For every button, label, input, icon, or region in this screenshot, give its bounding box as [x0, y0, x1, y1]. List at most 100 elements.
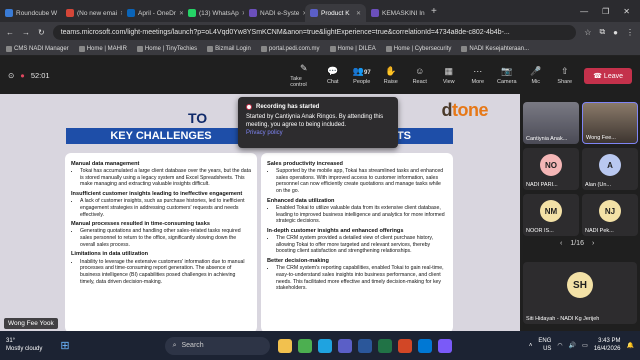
weather-text: Mostly cloudy: [6, 345, 43, 352]
close-icon[interactable]: ✕: [356, 10, 361, 17]
participant-name: Alan (Un...: [585, 182, 611, 188]
chat-button[interactable]: 💬 Chat: [319, 66, 346, 85]
participant-tile[interactable]: A Alan (Un...: [582, 148, 638, 190]
browser-tab[interactable]: Roundcube W✕: [0, 4, 61, 22]
bookmark-item[interactable]: Home | DILEA: [329, 45, 376, 52]
recording-icon: ●: [20, 71, 25, 80]
participant-tile[interactable]: NM NOOR IS...: [523, 194, 579, 236]
powerpoint-icon[interactable]: [397, 338, 412, 353]
raise-hand-button[interactable]: ✋ Raise: [377, 66, 404, 85]
previous-page-icon[interactable]: ‹: [560, 240, 562, 247]
menu-icon[interactable]: ⋮: [626, 28, 634, 37]
meeting-info-icon[interactable]: ⊙: [8, 71, 14, 80]
slide-title-partial: TO: [188, 110, 208, 126]
teams-icon[interactable]: [337, 338, 352, 353]
weather-widget[interactable]: 31° Mostly cloudy: [6, 338, 42, 352]
chrome-icon[interactable]: [297, 338, 312, 353]
bookmark-item[interactable]: portal.pedi.com.my: [260, 45, 320, 52]
meeting-toolbar: ⊙ ● 52:01 ✎ Take control 💬 Chat 👥97 People …: [0, 57, 640, 94]
participant-tile[interactable]: NO NADI PARI...: [523, 148, 579, 190]
challenge-section: Manual data managementTokai has accumula…: [71, 161, 251, 188]
participant-name: Siti Hidayah - NADI Kg Jerijeh: [526, 316, 600, 322]
browser-tab[interactable]: NADI e-Syste ✕: [244, 4, 305, 22]
browser-tab[interactable]: KEMASKINI In✕: [366, 4, 427, 22]
meeting-controls: ✎ Take control 💬 Chat 👥97 People ✋ Raise ☺ Re…: [290, 63, 640, 88]
camera-button[interactable]: 📷 Camera: [493, 66, 520, 85]
bookmark-item[interactable]: Home | TinyTechies: [136, 45, 197, 52]
bookmark-item[interactable]: NADI Kesejahteraan...: [461, 45, 529, 52]
next-page-icon[interactable]: ›: [592, 240, 594, 247]
volume-icon[interactable]: 🔊: [569, 342, 576, 349]
bookmark-icon: [136, 45, 143, 52]
window-controls: — ❐ ✕: [580, 7, 640, 16]
forward-icon[interactable]: →: [22, 28, 30, 37]
bookmark-item[interactable]: Home | MAHIR: [78, 45, 127, 52]
maximize-button[interactable]: ❐: [602, 7, 609, 16]
excel-icon[interactable]: [377, 338, 392, 353]
tab-favicon-icon: [371, 9, 379, 17]
star-icon[interactable]: ☆: [584, 28, 591, 37]
bookmark-item[interactable]: Bizmail Login: [207, 45, 251, 52]
new-tab-button[interactable]: +: [431, 6, 437, 17]
avatar: NM: [540, 200, 562, 222]
url-text: teams.microsoft.com/light-meetings/launc…: [60, 28, 510, 36]
participants-gallery: Cantiynia Anak... Wong Fee... NO NADI PA…: [520, 94, 640, 331]
browser-tab[interactable]: (13) WhatsAp✕: [183, 4, 244, 22]
extensions-icon[interactable]: ⧉: [599, 27, 605, 37]
challenge-section: Manual processes resulted in time-consum…: [71, 221, 251, 248]
challenge-section: Limitations in data utilizationInability…: [71, 251, 251, 285]
taskbar-search[interactable]: ⌕ Search: [164, 336, 270, 355]
people-count-badge: 97: [364, 70, 371, 76]
privacy-policy-link[interactable]: Privacy policy: [246, 129, 390, 137]
react-button[interactable]: ☺ React: [406, 66, 433, 85]
notifications-icon[interactable]: 🔔: [627, 342, 634, 349]
avatar: A: [599, 154, 621, 176]
challenge-section: Insufficient customer insights leading t…: [71, 191, 251, 218]
bookmarks-bar: CMS NADI Manager Home | MAHIR Home | Tin…: [0, 42, 640, 56]
more-icon: ⋯: [473, 66, 483, 76]
wifi-icon[interactable]: ◠: [557, 342, 562, 349]
participant-video-tile[interactable]: Cantiynia Anak...: [523, 102, 579, 144]
bookmark-icon: [461, 45, 468, 52]
presenter-name-label: Wong Fee Yook: [4, 318, 58, 329]
people-button[interactable]: 👥97 People: [348, 66, 375, 85]
gallery-pager: ‹ 1/16 ›: [560, 240, 594, 247]
take-control-icon: ✎: [299, 63, 308, 73]
bookmark-item[interactable]: CMS NADI Manager: [6, 45, 69, 52]
mic-button[interactable]: 🎤 Mic: [522, 66, 549, 85]
bookmark-icon: [6, 45, 12, 52]
browser-tab[interactable]: April - OneDr ✕: [122, 4, 183, 22]
reload-icon[interactable]: ↻: [38, 28, 45, 37]
browser-tab[interactable]: (No new emai✕: [61, 4, 122, 22]
more-button[interactable]: ⋯ More: [464, 66, 491, 85]
outlook-icon[interactable]: [417, 338, 432, 353]
leave-button[interactable]: ☎ Leave: [584, 67, 632, 84]
take-control-button[interactable]: ✎ Take control: [290, 63, 317, 88]
bookmark-icon: [78, 45, 85, 52]
edge-icon[interactable]: [317, 338, 332, 353]
close-window-button[interactable]: ✕: [623, 7, 630, 16]
clock[interactable]: 3:43 PM 16/4/2026: [594, 338, 621, 354]
participant-name: NADI Pek...: [585, 228, 614, 234]
view-button[interactable]: ▦ View: [435, 66, 462, 85]
participant-tile[interactable]: SH Siti Hidayah - NADI Kg Jerijeh: [523, 262, 637, 324]
tab-favicon-icon: [66, 9, 74, 17]
back-icon[interactable]: ←: [6, 28, 14, 37]
battery-icon[interactable]: ▭: [582, 342, 588, 349]
bookmark-item[interactable]: Home | Cybersecurity: [385, 45, 451, 52]
windows-start-icon[interactable]: ⊞: [60, 339, 69, 352]
participant-tile[interactable]: NJ NADI Pek...: [582, 194, 638, 236]
store-icon[interactable]: [437, 338, 452, 353]
file-explorer-icon[interactable]: [277, 338, 292, 353]
page-indicator: 1/16: [570, 240, 584, 247]
people-icon: 👥97: [352, 66, 371, 76]
minimize-button[interactable]: —: [580, 7, 588, 16]
word-icon[interactable]: [357, 338, 372, 353]
participant-video-tile[interactable]: Wong Fee...: [582, 102, 638, 144]
profile-icon[interactable]: ●: [613, 28, 618, 37]
browser-tab-active[interactable]: Product K ✕: [305, 4, 366, 22]
share-button[interactable]: ⇧ Share: [551, 66, 578, 85]
chevron-up-icon[interactable]: ˄: [529, 343, 533, 349]
url-field[interactable]: teams.microsoft.com/light-meetings/launc…: [52, 24, 577, 40]
language-indicator[interactable]: ENG US: [538, 338, 551, 354]
